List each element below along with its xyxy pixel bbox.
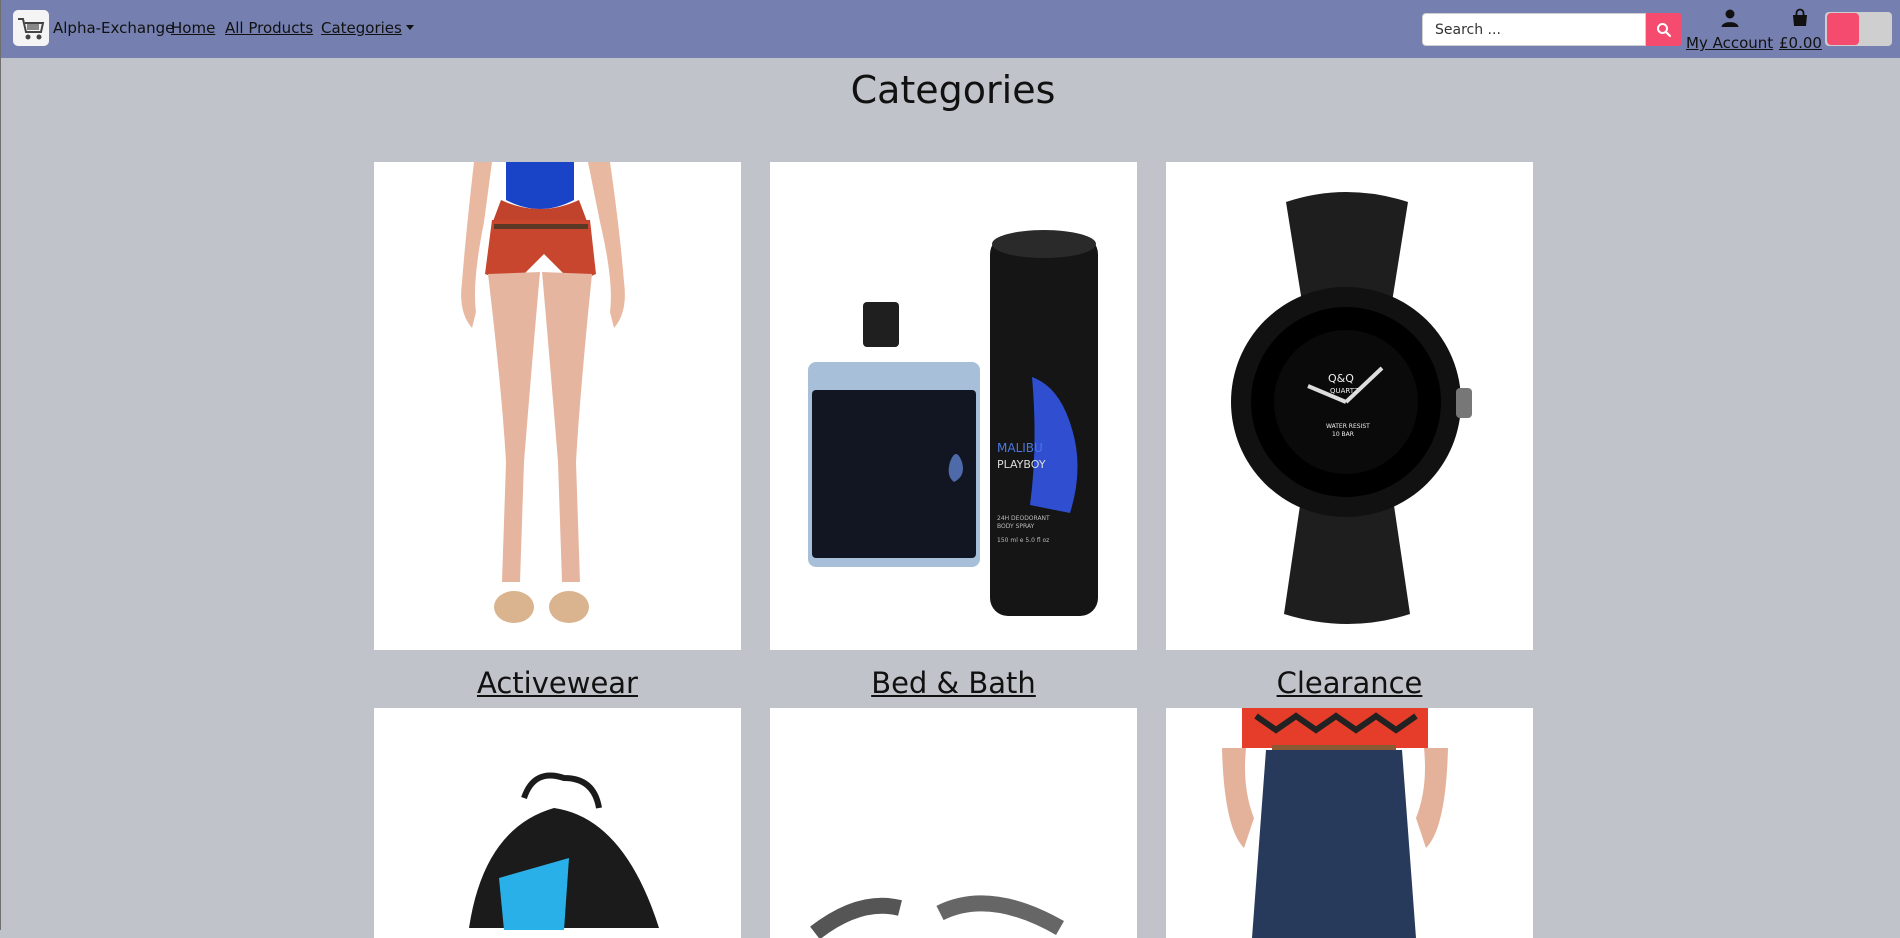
nav-all-products-link[interactable]: All Products xyxy=(225,19,313,37)
watch-sub-text: QUARTZ xyxy=(1330,387,1359,395)
watch-resist-text: WATER RESIST xyxy=(1326,423,1370,430)
brand-logo-cart-icon[interactable] xyxy=(13,10,49,46)
top-navbar: Alpha-Exchange Home All Products Categor… xyxy=(1,0,1900,58)
theme-toggle[interactable] xyxy=(1825,12,1892,46)
brand-name[interactable]: Alpha-Exchange xyxy=(53,19,174,37)
deo-brand-text: MALIBU xyxy=(997,441,1043,455)
category-link-bed-bath[interactable]: Bed & Bath xyxy=(770,666,1137,700)
cart-total: £0.00 xyxy=(1779,34,1822,52)
search-button[interactable] xyxy=(1646,13,1682,46)
page-title: Categories xyxy=(850,68,1056,112)
deo-sub-text: BODY SPRAY xyxy=(997,523,1035,530)
deo-type-text: 24H DEODORANT xyxy=(997,515,1050,522)
category-image-bed-bath[interactable]: MALIBU PLAYBOY 24H DEODORANT BODY SPRAY … xyxy=(770,162,1137,650)
shopping-bag-icon xyxy=(1793,8,1808,26)
search-icon xyxy=(1657,22,1672,37)
chevron-down-icon xyxy=(405,25,414,30)
category-image-bracelets[interactable] xyxy=(770,708,1137,938)
category-image-jeans[interactable] xyxy=(1166,708,1533,938)
user-icon xyxy=(1721,9,1739,27)
category-image-activewear[interactable] xyxy=(374,162,741,650)
category-image-bag[interactable] xyxy=(374,708,741,938)
cart-link[interactable]: £0.00 xyxy=(1779,8,1822,52)
toggle-knob xyxy=(1827,13,1859,45)
category-image-clearance[interactable]: Q&Q QUARTZ WATER RESIST 10 BAR xyxy=(1166,162,1533,650)
category-link-clearance[interactable]: Clearance xyxy=(1166,666,1533,700)
my-account-label: My Account xyxy=(1686,34,1774,52)
watch-brand-text: Q&Q xyxy=(1328,372,1354,385)
category-link-activewear[interactable]: Activewear xyxy=(374,666,741,700)
nav-home-link[interactable]: Home xyxy=(171,19,215,37)
watch-bar-text: 10 BAR xyxy=(1332,431,1354,438)
my-account-link[interactable]: My Account xyxy=(1686,8,1773,52)
search-input[interactable] xyxy=(1422,13,1646,46)
nav-categories-label: Categories xyxy=(321,19,402,37)
nav-categories-dropdown[interactable]: Categories xyxy=(321,19,414,37)
deo-size-text: 150 ml e 5.0 fl oz xyxy=(997,537,1049,544)
deo-name-text: PLAYBOY xyxy=(997,458,1046,471)
